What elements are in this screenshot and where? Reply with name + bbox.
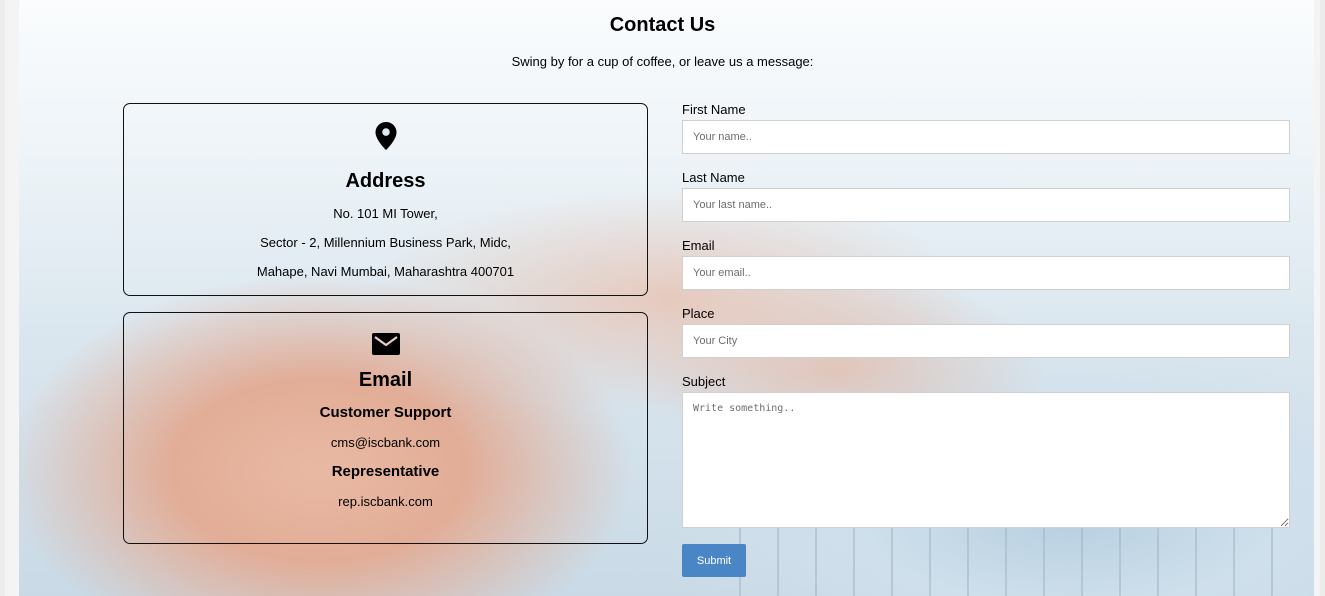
map-pin-icon bbox=[375, 122, 396, 150]
representative-heading: Representative bbox=[331, 463, 440, 480]
email-label: Email bbox=[682, 238, 715, 253]
first-name-label: First Name bbox=[682, 102, 746, 117]
address-line-2: Sector - 2, Millennium Business Park, Mi… bbox=[260, 235, 511, 250]
address-card: Address No. 101 MI Tower, Sector - 2, Mi… bbox=[123, 103, 648, 296]
last-name-label: Last Name bbox=[682, 170, 745, 185]
place-label: Place bbox=[682, 306, 715, 321]
page-title: Contact Us bbox=[609, 14, 716, 36]
address-line-3: Mahape, Navi Mumbai, Maharashtra 400701 bbox=[256, 264, 515, 279]
last-name-input[interactable] bbox=[682, 188, 1290, 222]
representative-email: rep.iscbank.com bbox=[338, 494, 433, 509]
submit-button[interactable]: Submit bbox=[682, 544, 746, 577]
contact-form: First Name Last Name Email Place Subject bbox=[682, 100, 1290, 528]
page-subtitle: Swing by for a cup of coffee, or leave u… bbox=[511, 54, 814, 69]
address-line-1: No. 101 MI Tower, bbox=[333, 206, 438, 221]
subject-textarea[interactable] bbox=[682, 392, 1290, 528]
email-card: Email Customer Support cms@iscbank.com R… bbox=[123, 312, 648, 544]
customer-support-email: cms@iscbank.com bbox=[330, 435, 441, 450]
subject-label: Subject bbox=[682, 374, 726, 389]
envelope-icon bbox=[371, 333, 400, 355]
email-heading: Email bbox=[358, 369, 413, 391]
address-heading: Address bbox=[345, 170, 426, 192]
first-name-input[interactable] bbox=[682, 120, 1290, 154]
customer-support-heading: Customer Support bbox=[319, 404, 452, 421]
place-input[interactable] bbox=[682, 324, 1290, 358]
email-input[interactable] bbox=[682, 256, 1290, 290]
keyboard-graphic bbox=[739, 520, 1299, 596]
